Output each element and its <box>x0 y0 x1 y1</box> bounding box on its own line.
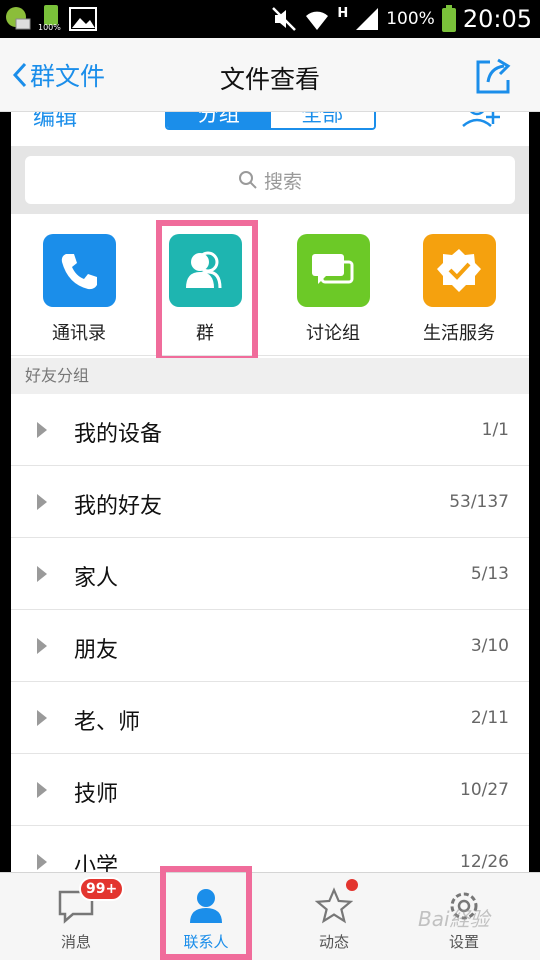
group-name: 我的设备 <box>74 422 163 447</box>
contact-icon <box>190 889 222 923</box>
status-bar: 100% H 100% 20:05 <box>0 0 540 38</box>
nav-label-settings: 设置 <box>448 933 479 951</box>
screen: 100% H 100% 20:05 群文件 文件查看 编辑 分组 全部 搜索 通… <box>0 0 540 960</box>
quick-label-group: 群 <box>196 323 214 344</box>
quick-group[interactable]: 群 <box>145 234 265 345</box>
group-name: 家人 <box>74 566 119 591</box>
group-row[interactable]: 家人 5/13 <box>11 538 529 610</box>
search-placeholder: 搜索 <box>263 170 302 193</box>
chat-bubbles-icon <box>296 234 370 307</box>
status-left-icons: 100% <box>4 4 98 34</box>
search-input[interactable]: 搜索 <box>25 156 515 204</box>
page-title: 文件查看 <box>219 65 320 94</box>
star-icon <box>315 887 353 924</box>
nav-feed[interactable]: 动态 <box>284 873 384 960</box>
subtab-bar: 编辑 分组 全部 <box>11 112 529 146</box>
add-friend-icon <box>462 112 500 127</box>
message-badge: 99+ <box>79 877 125 901</box>
search-icon <box>238 171 257 189</box>
quick-label-discussion: 讨论组 <box>306 323 360 344</box>
group-count: 5/13 <box>470 564 509 584</box>
group-row[interactable]: 朋友 3/10 <box>11 610 529 682</box>
nav-messages[interactable]: 99+ 消息 <box>26 873 126 960</box>
quick-life-service[interactable]: 生活服务 <box>399 234 519 345</box>
group-row[interactable]: 我的设备 1/1 <box>11 394 529 466</box>
nav-label-contacts: 联系人 <box>183 933 229 951</box>
group-row[interactable]: 老、师 2/11 <box>11 682 529 754</box>
feed-red-dot <box>346 879 358 891</box>
share-button[interactable] <box>474 56 514 96</box>
group-name: 技师 <box>74 782 119 807</box>
check-badge-icon <box>422 234 496 307</box>
battery-app-icon: 100% <box>38 5 62 33</box>
group-row[interactable]: 我的好友 53/137 <box>11 466 529 538</box>
app-battery-text: 100% <box>38 23 61 32</box>
contacts-panel: 编辑 分组 全部 搜索 通讯录 群 讨论组 生活服务 好友分组 我的设备 1/1… <box>11 112 529 872</box>
segment-control: 分组 全部 <box>165 112 376 130</box>
signal-icon <box>356 8 379 30</box>
expand-arrow-icon <box>37 422 47 438</box>
segment-all[interactable]: 全部 <box>270 112 374 128</box>
title-bar: 群文件 文件查看 <box>0 38 540 112</box>
expand-arrow-icon <box>37 638 47 654</box>
group-count: 12/26 <box>460 852 509 872</box>
quick-contacts[interactable]: 通讯录 <box>19 234 139 345</box>
left-edge <box>0 112 11 872</box>
expand-arrow-icon <box>37 494 47 510</box>
friend-groups-header: 好友分组 <box>11 358 529 394</box>
group-row[interactable]: 技师 10/27 <box>11 754 529 826</box>
wifi-icon <box>306 11 329 30</box>
expand-arrow-icon <box>37 854 47 870</box>
group-count: 10/27 <box>460 780 509 800</box>
image-icon <box>69 7 97 31</box>
expand-arrow-icon <box>37 782 47 798</box>
nav-label-messages: 消息 <box>60 933 91 951</box>
app-notification-icon <box>6 7 31 30</box>
group-row[interactable]: 小学 12/26 <box>11 826 529 872</box>
group-count: 2/11 <box>470 708 509 728</box>
edit-button[interactable]: 编辑 <box>33 112 77 132</box>
group-count: 3/10 <box>470 636 509 656</box>
mute-icon <box>272 7 297 31</box>
quick-label-life-service: 生活服务 <box>423 323 495 344</box>
battery-icon <box>441 5 456 32</box>
phone-icon <box>42 234 116 307</box>
watermark: Bai経验 <box>418 907 490 931</box>
quick-discussion[interactable]: 讨论组 <box>273 234 393 345</box>
group-name: 朋友 <box>74 638 119 663</box>
share-icon <box>476 58 511 94</box>
search-area: 搜索 <box>11 146 529 214</box>
right-edge <box>529 112 540 872</box>
expand-arrow-icon <box>37 710 47 726</box>
battery-percent: 100% <box>386 9 435 29</box>
group-count: 53/137 <box>449 492 509 512</box>
nav-contacts[interactable]: 联系人 <box>156 873 256 960</box>
network-type: H <box>337 5 349 21</box>
expand-arrow-icon <box>37 566 47 582</box>
add-friend-button[interactable] <box>461 112 503 130</box>
segment-group[interactable]: 分组 <box>167 112 271 128</box>
group-name: 小学 <box>74 854 119 872</box>
status-right-icons: H 100% 20:05 <box>271 4 532 34</box>
group-list: 我的设备 1/1 我的好友 53/137 家人 5/13 朋友 3/10 老、师 2/11 技师 10… <box>11 394 529 872</box>
quick-actions: 通讯录 群 讨论组 生活服务 <box>11 214 529 362</box>
group-name: 老、师 <box>74 710 141 735</box>
nav-label-feed: 动态 <box>318 933 349 951</box>
group-name: 我的好友 <box>74 494 163 519</box>
group-icon <box>168 234 242 307</box>
quick-label-contacts: 通讯录 <box>52 323 106 344</box>
group-count: 1/1 <box>481 420 509 440</box>
clock: 20:05 <box>462 5 532 33</box>
